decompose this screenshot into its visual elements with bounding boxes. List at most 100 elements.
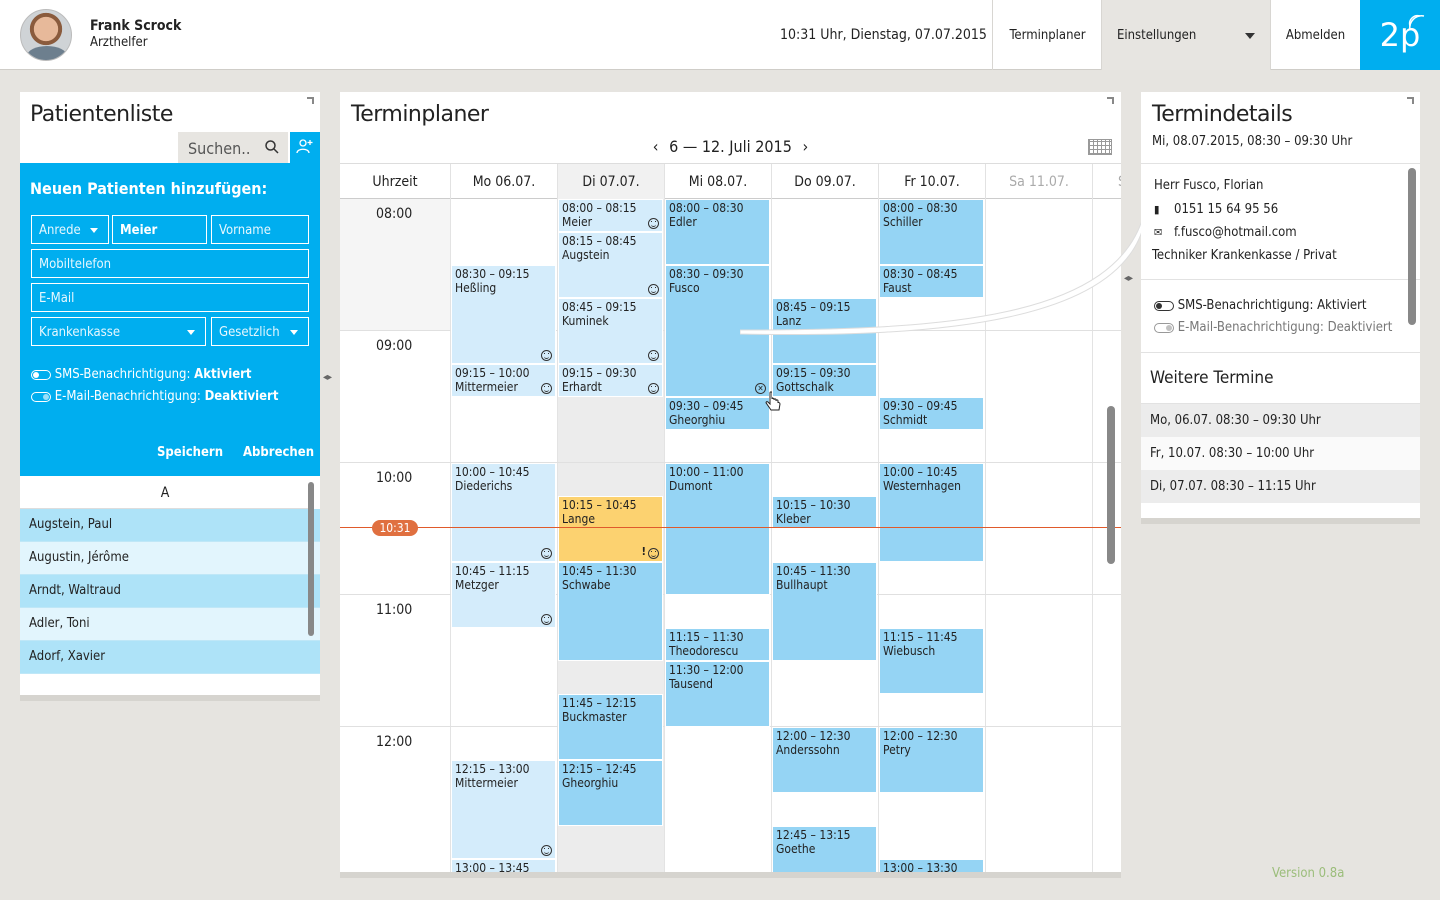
save-button[interactable]: Speichern bbox=[157, 445, 223, 460]
expand-icon[interactable] bbox=[1107, 97, 1114, 104]
email-toggle-row[interactable]: E-Mail-Benachrichtigung: Deaktiviert bbox=[31, 389, 278, 404]
appointment[interactable]: 12:45 – 13:15 Goethe bbox=[772, 826, 877, 872]
scrollbar[interactable] bbox=[1107, 406, 1115, 564]
user-role: Arzthelfer bbox=[90, 35, 148, 50]
top-bar: Frank Scrock Arzthelfer 10:31 Uhr, Diens… bbox=[0, 0, 1440, 70]
appointment-patient: Gheorghiu bbox=[669, 413, 726, 427]
appointment-current[interactable]: 10:15 – 10:45 Lange! bbox=[558, 496, 663, 562]
appointment-patient: Mittermeier bbox=[455, 776, 518, 790]
day-header-so[interactable]: S bbox=[1092, 164, 1121, 200]
appointment[interactable]: 09:15 – 09:30 Erhardt bbox=[558, 364, 663, 397]
appointment-time: 11:15 – 11:30 bbox=[669, 630, 744, 644]
day-header-mi[interactable]: Mi 08.07. bbox=[664, 164, 771, 200]
salutation-select[interactable]: Anrede bbox=[31, 215, 109, 244]
next-week-button[interactable]: › bbox=[802, 137, 808, 156]
appointment[interactable]: 09:15 – 10:00 Mittermeier bbox=[451, 364, 556, 397]
day-header-do[interactable]: Do 09.07. bbox=[771, 164, 878, 200]
expand-icon[interactable] bbox=[307, 97, 314, 104]
appointment[interactable]: 08:45 – 09:15 Kuminek bbox=[558, 298, 663, 364]
smiley-icon bbox=[648, 218, 659, 229]
week-label: 6 — 12. Juli 2015 bbox=[669, 137, 792, 156]
patient-phone[interactable]: ▮ 0151 15 64 95 56 bbox=[1154, 202, 1278, 217]
appointment[interactable]: 11:30 – 12:00 Tausend bbox=[665, 661, 770, 727]
nav-settings-dropdown[interactable]: Einstellungen bbox=[1101, 0, 1271, 70]
patient-list-item[interactable]: Augstein, Paul bbox=[20, 509, 320, 542]
appointment-time: 09:15 – 10:00 bbox=[455, 366, 530, 380]
email-notif-label: E-Mail-Benachrichtigung: bbox=[1177, 320, 1324, 335]
toggle-on-icon[interactable] bbox=[1154, 300, 1174, 311]
user-avatar[interactable] bbox=[20, 9, 72, 61]
appointment[interactable]: 12:00 – 12:30 Anderssohn bbox=[772, 727, 877, 793]
appointment[interactable]: 08:30 – 09:15 Heßling bbox=[451, 265, 556, 364]
toggle-off-icon[interactable] bbox=[31, 391, 51, 402]
warning-icon: ! bbox=[641, 545, 646, 558]
insurance-select[interactable]: Krankenkasse bbox=[31, 317, 206, 346]
appointment[interactable]: 12:15 – 12:45 Gheorghiu bbox=[558, 760, 663, 826]
day-header-di[interactable]: Di 07.07. bbox=[557, 164, 664, 200]
patient-list-item[interactable]: Arndt, Waltraud bbox=[20, 575, 320, 608]
appointment[interactable]: 08:15 – 08:45 Augstein bbox=[558, 232, 663, 298]
hour-label: 12:00 bbox=[376, 734, 413, 750]
appointment[interactable]: 11:15 – 11:30 Theodorescu bbox=[665, 628, 770, 661]
scrollbar[interactable] bbox=[308, 482, 314, 636]
app-logo[interactable]: 2p bbox=[1360, 0, 1440, 70]
appointment[interactable]: 12:00 – 12:30 Petry bbox=[879, 727, 984, 793]
sms-toggle-row[interactable]: SMS-Benachrichtigung: Aktiviert bbox=[31, 367, 252, 382]
appointment[interactable]: 11:15 – 11:45 Wiebusch bbox=[879, 628, 984, 694]
insurance-label: Krankenkasse bbox=[39, 325, 121, 340]
appointment-time: 12:45 – 13:15 bbox=[776, 828, 851, 842]
sms-toggle-row[interactable]: SMS-Benachrichtigung: Aktiviert bbox=[1154, 298, 1367, 313]
appointment[interactable]: 12:15 – 13:00 Mittermeier bbox=[451, 760, 556, 859]
appointment[interactable]: 10:00 – 11:00 Dumont bbox=[665, 463, 770, 595]
appointment[interactable]: 10:45 – 11:30 Bullhaupt bbox=[772, 562, 877, 661]
day-header-fr[interactable]: Fr 10.07. bbox=[878, 164, 985, 200]
appointment[interactable]: 11:45 – 12:15 Buckmaster bbox=[558, 694, 663, 760]
search-icon[interactable] bbox=[265, 140, 279, 154]
calendar-icon[interactable] bbox=[1088, 139, 1112, 155]
first-name-field[interactable]: Vorname bbox=[211, 215, 309, 244]
appointment[interactable]: 08:00 – 08:15 Meier bbox=[558, 199, 663, 232]
patient-list-item[interactable]: Augustin, Jérôme bbox=[20, 542, 320, 575]
appointment-time: 08:15 – 08:45 bbox=[562, 234, 637, 248]
further-appointment-item[interactable]: Mo, 06.07. 08:30 – 09:30 Uhr bbox=[1141, 404, 1420, 437]
appointment[interactable]: 10:15 – 10:30 Kleber bbox=[772, 496, 877, 529]
appointment[interactable]: 09:30 – 09:45 Schmidt bbox=[879, 397, 984, 430]
appointment[interactable]: 10:45 – 11:15 Metzger bbox=[451, 562, 556, 628]
patient-list-item[interactable]: Adorf, Xavier bbox=[20, 641, 320, 674]
patient-email[interactable]: ✉ f.fusco@hotmail.com bbox=[1154, 225, 1297, 240]
day-header-sa[interactable]: Sa 11.07. bbox=[985, 164, 1092, 200]
appointment[interactable]: 13:00 – 13:45 bbox=[451, 859, 556, 872]
salutation-label: Anrede bbox=[39, 223, 81, 238]
patient-list-item[interactable]: Adler, Toni bbox=[20, 608, 320, 641]
appointment-patient: Tausend bbox=[669, 677, 714, 691]
email-field[interactable]: E-Mail bbox=[31, 283, 309, 312]
appointment[interactable]: 10:00 – 10:45 Diederichs bbox=[451, 463, 556, 562]
appointment-time: 10:15 – 10:45 bbox=[562, 498, 637, 512]
add-patient-button[interactable] bbox=[290, 132, 320, 163]
day-header-mo[interactable]: Mo 06.07. bbox=[450, 164, 557, 200]
appointment[interactable]: 10:00 – 10:45 Westernhagen bbox=[879, 463, 984, 562]
appointment-patient: Anderssohn bbox=[776, 743, 840, 757]
appointment[interactable]: 10:45 – 11:30 Schwabe bbox=[558, 562, 663, 661]
resize-handle-icon[interactable]: ◂▸ bbox=[323, 372, 332, 383]
appointment-patient: Kleber bbox=[776, 512, 811, 526]
appointment[interactable]: 09:15 – 09:30 Gottschalk bbox=[772, 364, 877, 397]
toggle-on-icon[interactable] bbox=[31, 369, 51, 380]
expand-icon[interactable] bbox=[1407, 97, 1414, 104]
appointment[interactable]: 13:00 – 13:30 bbox=[879, 859, 984, 872]
last-name-field[interactable]: Meier bbox=[112, 215, 207, 244]
cancel-button[interactable]: Abbrechen bbox=[243, 445, 314, 460]
nav-terminplaner[interactable]: Terminplaner bbox=[992, 0, 1102, 70]
appointment[interactable]: 09:30 – 09:45 Gheorghiu bbox=[665, 397, 770, 430]
smiley-icon bbox=[541, 383, 552, 394]
logout-button[interactable]: Abmelden bbox=[1270, 0, 1360, 70]
toggle-off-icon[interactable] bbox=[1154, 322, 1174, 333]
prev-week-button[interactable]: ‹ bbox=[653, 137, 659, 156]
mobile-field[interactable]: Mobiltelefon bbox=[31, 249, 309, 278]
insurance-type-select[interactable]: Gesetzlich bbox=[211, 317, 309, 346]
scrollbar[interactable] bbox=[1408, 168, 1416, 325]
further-appointment-item[interactable]: Fr, 10.07. 08:30 – 10:00 Uhr bbox=[1141, 437, 1420, 470]
dropdown-arrow-icon bbox=[290, 330, 298, 335]
further-appointment-item[interactable]: Di, 07.07. 08:30 – 11:15 Uhr bbox=[1141, 470, 1420, 503]
email-toggle-row[interactable]: E-Mail-Benachrichtigung: Deaktiviert bbox=[1154, 320, 1392, 335]
